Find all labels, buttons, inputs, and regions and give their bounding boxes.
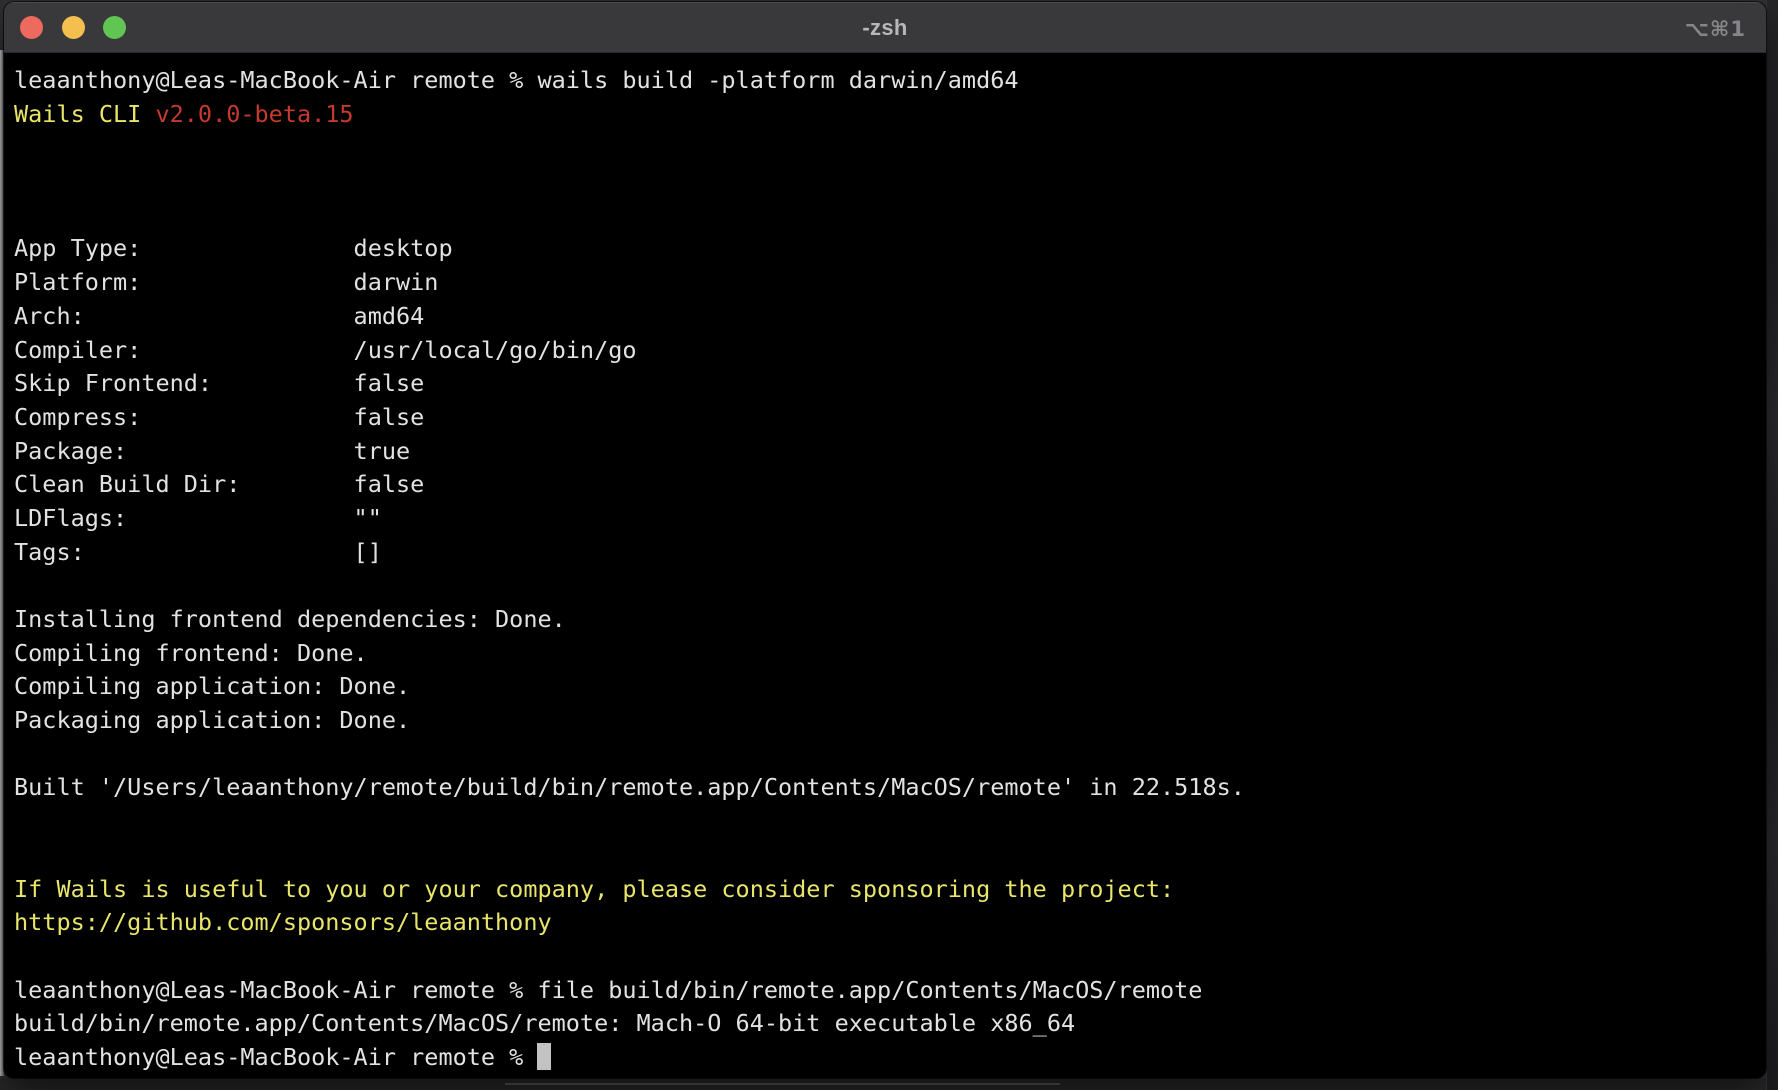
terminal-line: [14, 839, 1760, 873]
terminal-line: Packaging application: Done.: [14, 704, 1760, 738]
terminal-line: Arch: amd64: [14, 300, 1760, 334]
title-bar[interactable]: -zsh ⌥⌘1: [4, 2, 1766, 53]
terminal-line: [14, 738, 1760, 772]
terminal-line: [14, 199, 1760, 233]
window-title: -zsh: [4, 15, 1766, 41]
terminal-line: [14, 940, 1760, 974]
terminal-line: Clean Build Dir: false: [14, 468, 1760, 502]
terminal-cursor: [537, 1043, 551, 1070]
terminal-line: leaanthony@Leas-MacBook-Air remote % wai…: [14, 64, 1760, 98]
terminal-line: Compiling frontend: Done.: [14, 637, 1760, 671]
terminal-line: Installing frontend dependencies: Done.: [14, 603, 1760, 637]
terminal-window: -zsh ⌥⌘1 leaanthony@Leas-MacBook-Air rem…: [4, 2, 1766, 1078]
background-divider-line: [505, 1083, 1060, 1085]
terminal-line: https://github.com/sponsors/leaanthony: [14, 906, 1760, 940]
terminal-line: LDFlags: "": [14, 502, 1760, 536]
terminal-line: [14, 165, 1760, 199]
terminal-line: Package: true: [14, 435, 1760, 469]
terminal-line: If Wails is useful to you or your compan…: [14, 873, 1760, 907]
background-edge-bottom: [0, 1078, 1766, 1090]
terminal-line: App Type: desktop: [14, 232, 1760, 266]
terminal-line: Built '/Users/leaanthony/remote/build/bi…: [14, 771, 1760, 805]
keyboard-shortcut-badge: ⌥⌘1: [1685, 3, 1746, 54]
terminal-line: [14, 569, 1760, 603]
terminal-line: Skip Frontend: false: [14, 367, 1760, 401]
terminal-line: Compiler: /usr/local/go/bin/go: [14, 334, 1760, 368]
terminal-line: [14, 805, 1760, 839]
terminal-line: Wails CLI v2.0.0-beta.15: [14, 98, 1760, 132]
terminal-line: leaanthony@Leas-MacBook-Air remote % fil…: [14, 974, 1760, 1008]
terminal-line: leaanthony@Leas-MacBook-Air remote %: [14, 1041, 1760, 1075]
terminal-line: Compress: false: [14, 401, 1760, 435]
terminal-line: Compiling application: Done.: [14, 670, 1760, 704]
terminal-line: Tags: []: [14, 536, 1760, 570]
terminal-output[interactable]: leaanthony@Leas-MacBook-Air remote % wai…: [4, 54, 1766, 1078]
terminal-line: [14, 131, 1760, 165]
terminal-line: Platform: darwin: [14, 266, 1760, 300]
terminal-line: build/bin/remote.app/Contents/MacOS/remo…: [14, 1007, 1760, 1041]
background-edge-right: [1766, 0, 1778, 1090]
